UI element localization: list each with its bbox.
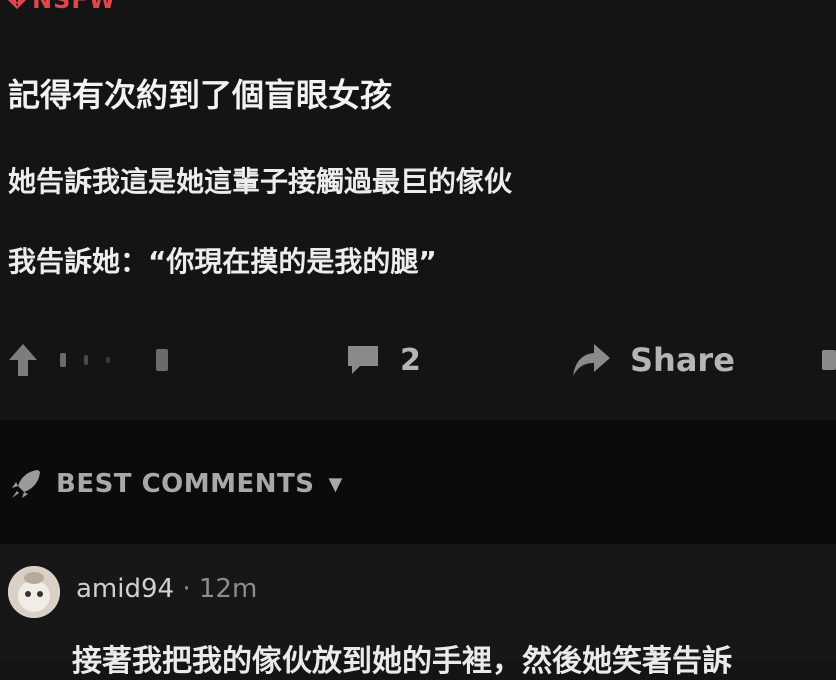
post-body-line-2: 我告訴她：“你現在摸的是我的腿”	[8, 245, 437, 278]
blur-mark	[84, 355, 88, 365]
comment-time: 12m	[198, 574, 258, 604]
avatar-image	[8, 566, 60, 618]
blur-mark	[60, 353, 66, 367]
comment-meta: amid94 · 12m	[76, 574, 257, 604]
avatar[interactable]	[8, 566, 60, 618]
meta-separator: ·	[182, 574, 191, 604]
save-button[interactable]	[818, 330, 836, 390]
comments-sort-bar: BEST COMMENTS ▼	[0, 420, 836, 544]
comment-bubble-icon	[348, 346, 378, 374]
nsfw-badge: NSFW	[6, 0, 116, 14]
blur-mark	[106, 357, 110, 363]
nsfw-icon	[7, 0, 27, 10]
comment-text: 接著我把我的傢伙放到她的手裡，然後她笑著告訴	[72, 644, 732, 679]
rocket-icon	[12, 470, 40, 498]
share-arrow-icon	[573, 344, 610, 376]
post-title[interactable]: 記得有次約到了個盲眼女孩	[8, 70, 392, 116]
nsfw-label: NSFW	[32, 0, 117, 14]
upvote-button[interactable]	[6, 330, 46, 390]
vote-score-blurred	[60, 330, 200, 390]
comments-button[interactable]: 2	[344, 330, 421, 390]
post-card: NSFW 記得有次約到了個盲眼女孩 她告訴我這是她這輩子接觸過最巨的傢伙 我告訴…	[0, 0, 836, 420]
comment-count: 2	[400, 342, 421, 378]
share-button[interactable]: Share	[570, 330, 735, 390]
post-action-bar: 2 Share	[0, 330, 836, 390]
upvote-arrow-icon	[9, 344, 37, 376]
sort-dropdown[interactable]: BEST COMMENTS ▼	[8, 466, 343, 502]
chevron-down-icon: ▼	[328, 473, 343, 495]
sort-label: BEST COMMENTS	[56, 469, 315, 499]
comment-username[interactable]: amid94	[76, 574, 174, 604]
comment-item: amid94 · 12m 接著我把我的傢伙放到她的手裡，然後她笑著告訴	[0, 544, 836, 679]
bookmark-icon	[822, 350, 836, 370]
share-label: Share	[630, 341, 735, 379]
downvote-icon[interactable]	[156, 349, 168, 371]
post-body-line-1: 她告訴我這是她這輩子接觸過最巨的傢伙	[8, 165, 513, 198]
